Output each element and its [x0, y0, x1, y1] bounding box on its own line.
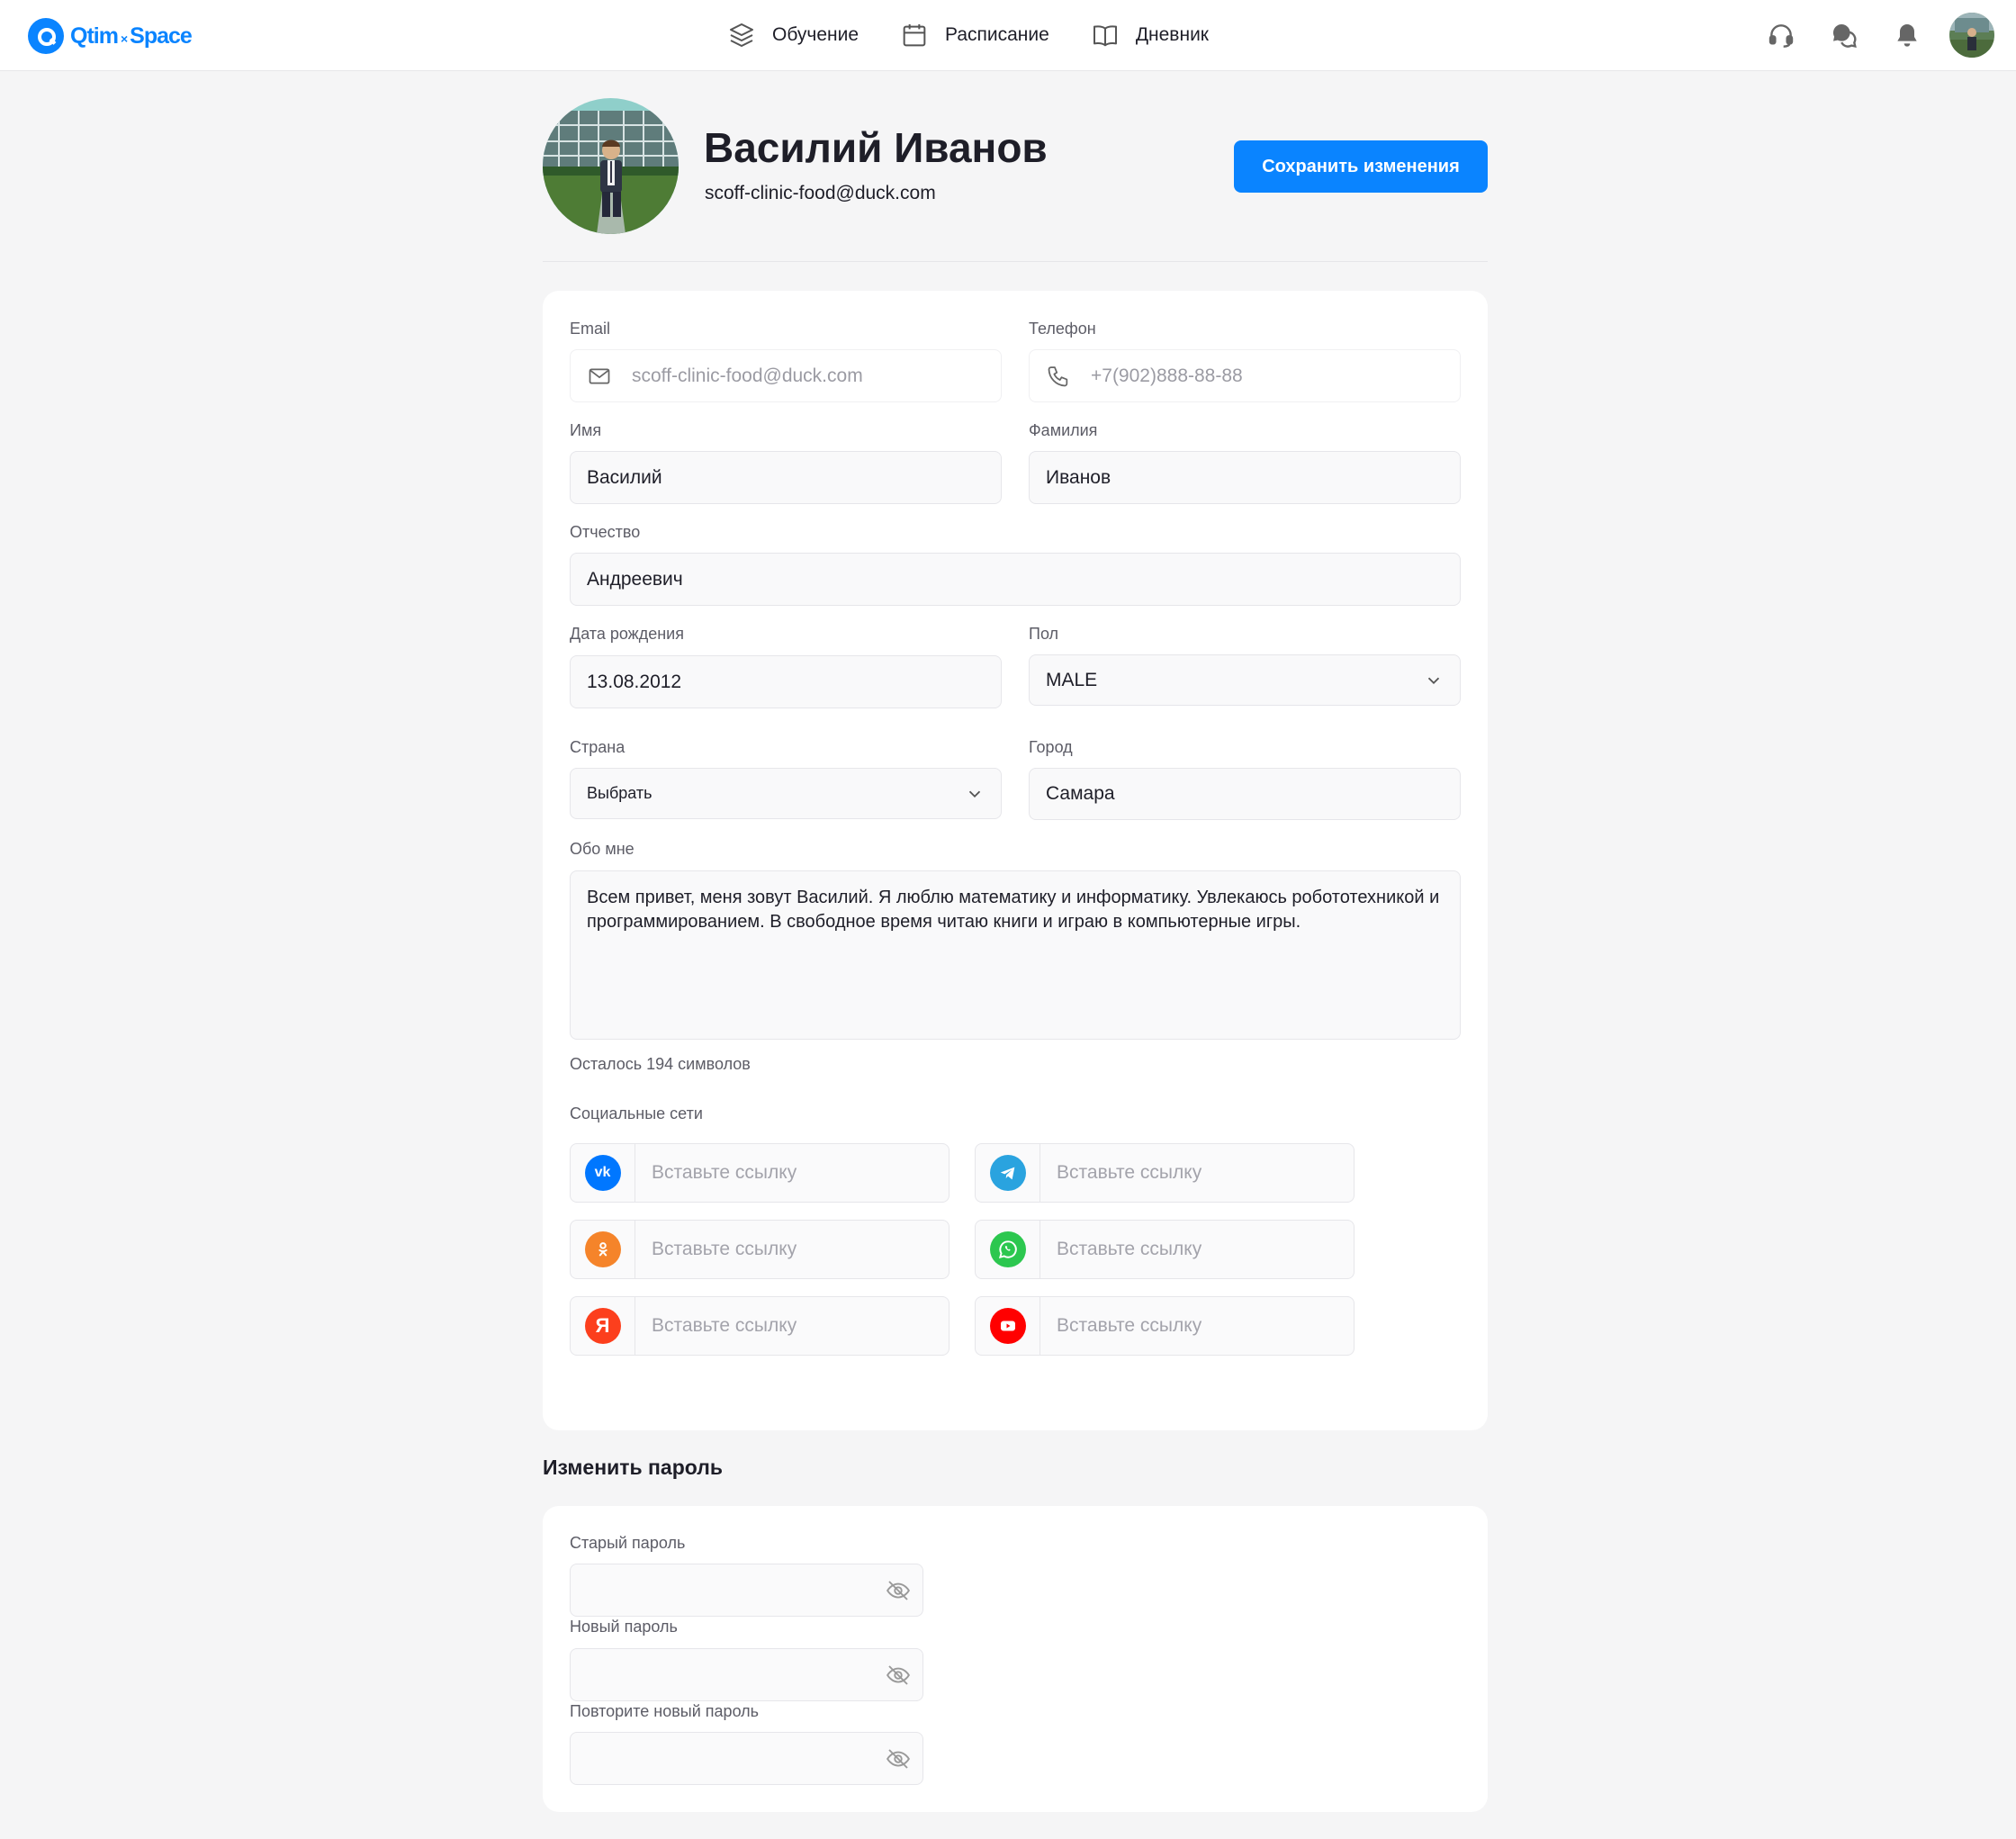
country-label: Страна — [570, 738, 626, 756]
about-char-counter: Осталось 194 символов — [570, 1055, 751, 1073]
social-vk[interactable]: vk Вставьте ссылку — [570, 1143, 950, 1203]
social-label: Социальные сети — [570, 1104, 703, 1122]
bell-icon — [1897, 24, 1917, 47]
avatar-image — [1949, 13, 1994, 58]
layers-icon — [730, 23, 753, 47]
youtube-icon — [989, 1308, 1026, 1344]
eye-off-icon[interactable] — [885, 1745, 912, 1772]
new-password-label: Новый пароль — [570, 1618, 678, 1636]
nav-item-schedule[interactable]: Расписание — [900, 21, 1049, 50]
chat-button[interactable] — [1829, 20, 1859, 50]
main-nav: Обучение Расписание Дневник — [727, 16, 1250, 54]
chevron-down-icon — [968, 790, 981, 798]
social-link-input[interactable]: Вставьте ссылку — [635, 1297, 949, 1355]
city-input[interactable]: Самара — [1029, 768, 1461, 820]
logo-brand-right: Space — [130, 23, 193, 49]
nav-label: Расписание — [945, 24, 1049, 45]
nav-label: Обучение — [772, 24, 860, 45]
yandex-icon: Я — [584, 1308, 621, 1344]
vk-icon: vk — [584, 1155, 621, 1191]
phone-label: Телефон — [1029, 320, 1096, 338]
social-whatsapp[interactable]: Вставьте ссылку — [975, 1220, 1354, 1279]
youtube-glyph — [1000, 1321, 1015, 1331]
notifications-button[interactable] — [1892, 20, 1922, 50]
about-textarea[interactable]: Всем привет, меня зовут Василий. Я люблю… — [570, 870, 1461, 1040]
mail-icon — [589, 368, 610, 383]
birth-date-input[interactable]: 13.08.2012 — [570, 655, 1002, 708]
logo-icon — [28, 18, 64, 54]
profile-email: scoff-clinic-food@duck.com — [705, 183, 936, 203]
email-field: scoff-clinic-food@duck.com — [570, 349, 1002, 402]
repeat-password-label: Повторите новый пароль — [570, 1702, 760, 1720]
about-label: Обо мне — [570, 840, 634, 858]
profile-name: Василий Иванов — [704, 124, 1048, 171]
social-yandex[interactable]: Я Вставьте ссылку — [570, 1296, 950, 1356]
gender-value: MALE — [1046, 669, 1098, 690]
telegram-glyph — [1000, 1167, 1014, 1180]
calendar-icon — [903, 24, 926, 47]
social-link-input[interactable]: Вставьте ссылку — [635, 1221, 949, 1278]
logo-brand-left: Qtim — [70, 23, 119, 49]
odnoklassniki-icon — [584, 1231, 621, 1267]
first-name-input[interactable]: Василий — [570, 451, 1002, 504]
phone-value: +7(902)888-88-88 — [1091, 365, 1243, 386]
gender-select[interactable]: MALE — [1029, 654, 1461, 706]
header-actions — [1733, 13, 1994, 58]
social-link-input[interactable]: Вставьте ссылку — [1040, 1221, 1354, 1278]
last-name-label: Фамилия — [1029, 421, 1098, 439]
gender-label: Пол — [1029, 625, 1059, 643]
old-password-input[interactable] — [570, 1564, 923, 1617]
social-youtube[interactable]: Вставьте ссылку — [975, 1296, 1354, 1356]
old-password-label: Старый пароль — [570, 1534, 686, 1552]
city-label: Город — [1029, 738, 1073, 756]
nav-item-diary[interactable]: Дневник — [1091, 21, 1209, 50]
logo-separator: × — [120, 31, 128, 46]
country-value: Выбрать — [587, 784, 652, 802]
social-link-input[interactable]: Вставьте ссылку — [1040, 1297, 1354, 1355]
divider — [543, 261, 1488, 262]
chevron-down-icon — [1427, 677, 1440, 684]
country-select[interactable]: Выбрать — [570, 768, 1002, 819]
save-changes-button[interactable]: Сохранить изменения — [1234, 140, 1488, 193]
whatsapp-glyph — [998, 1240, 1017, 1259]
chat-icon — [1832, 23, 1857, 48]
headset-icon — [1768, 24, 1794, 48]
patronymic-input[interactable]: Андреевич — [570, 553, 1461, 606]
social-link-input[interactable]: Вставьте ссылку — [1040, 1144, 1354, 1202]
eye-off-icon[interactable] — [885, 1662, 912, 1689]
telegram-icon — [989, 1155, 1026, 1191]
email-value: scoff-clinic-food@duck.com — [632, 365, 863, 386]
phone-field: +7(902)888-88-88 — [1029, 349, 1461, 402]
book-icon — [1093, 25, 1117, 47]
social-odnoklassniki[interactable]: Вставьте ссылку — [570, 1220, 950, 1279]
new-password-input[interactable] — [570, 1648, 923, 1701]
avatar[interactable] — [1949, 13, 1994, 58]
logo[interactable]: Qtim × Space — [28, 17, 193, 55]
eye-off-icon[interactable] — [885, 1577, 912, 1604]
email-label: Email — [570, 320, 611, 338]
last-name-input[interactable]: Иванов — [1029, 451, 1461, 504]
profile-photo — [543, 98, 679, 234]
logo-text: Qtim × Space — [70, 23, 193, 50]
nav-label: Дневник — [1135, 24, 1209, 45]
support-button[interactable] — [1766, 20, 1796, 50]
whatsapp-icon — [989, 1231, 1026, 1267]
profile-avatar[interactable] — [543, 98, 679, 234]
social-link-input[interactable]: Вставьте ссылку — [635, 1144, 949, 1202]
change-password-title: Изменить пароль — [543, 1456, 723, 1479]
birth-date-label: Дата рождения — [570, 625, 684, 643]
patronymic-label: Отчество — [570, 523, 641, 541]
repeat-password-input[interactable] — [570, 1732, 923, 1785]
nav-item-learning[interactable]: Обучение — [727, 21, 859, 50]
social-telegram[interactable]: Вставьте ссылку — [975, 1143, 1354, 1203]
odnoklassniki-glyph — [598, 1242, 608, 1257]
phone-icon — [1048, 365, 1068, 386]
first-name-label: Имя — [570, 421, 602, 439]
